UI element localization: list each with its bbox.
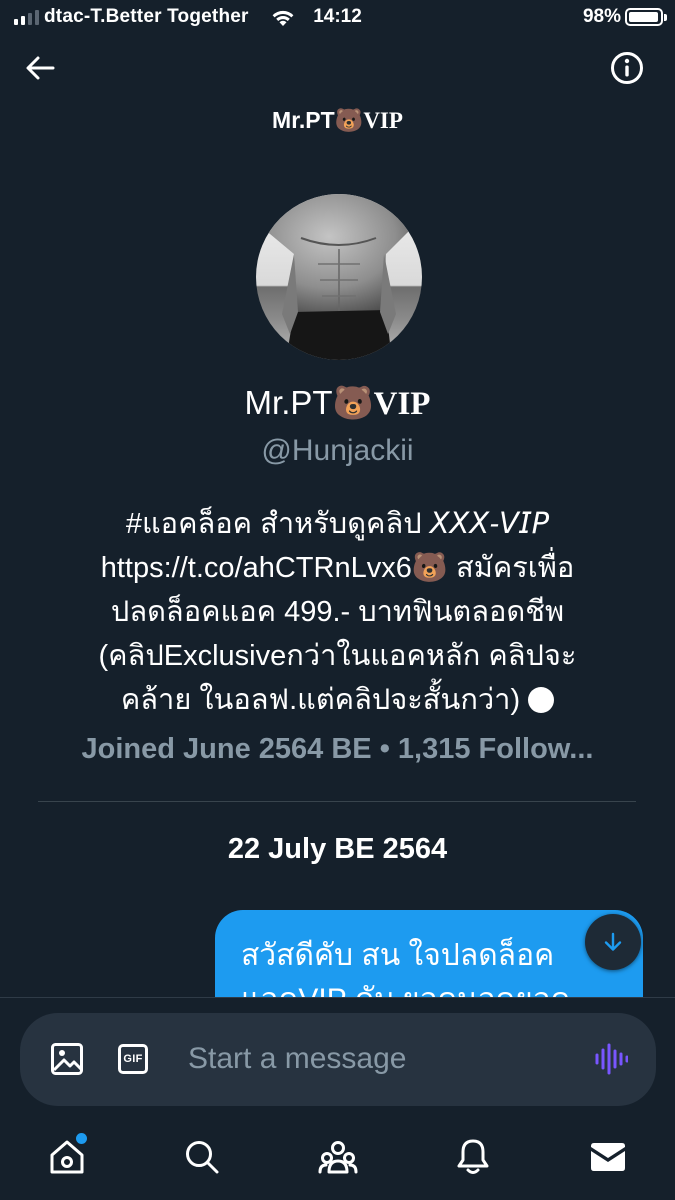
bear-emoji: 🐻 (332, 384, 374, 421)
bio-line: คล้าย ในอลฟ.แต่คลิปจะสั้นกว่า) (30, 678, 645, 722)
tab-notifications[interactable] (453, 1137, 493, 1177)
profile-avatar[interactable] (256, 194, 422, 360)
profile-handle: @Hunjackii (261, 434, 414, 467)
scroll-to-bottom-button[interactable] (585, 914, 641, 970)
conversation-info-button[interactable] (609, 50, 645, 86)
gif-button[interactable]: GIF (118, 1044, 148, 1074)
tab-search[interactable] (182, 1137, 222, 1177)
avatar-photo (256, 194, 422, 360)
image-icon (51, 1043, 83, 1075)
tab-home[interactable] (47, 1133, 87, 1177)
tab-communities[interactable] (318, 1137, 358, 1177)
bio-line: #แอคล็อค สำหรับดูคลิป 𝘟𝘟𝘟-𝘝𝘐𝘗 (125, 508, 550, 540)
profile-meta[interactable]: Joined June 2564 BE • 1,315 Follow... (0, 733, 675, 766)
battery-percentage: 98% (582, 6, 621, 27)
voice-message-button[interactable] (594, 1042, 629, 1076)
divider (38, 801, 636, 802)
search-icon (186, 1141, 219, 1174)
bio-line-link[interactable]: https://t.co/ahCTRnLvx6🐻 สมัครเพื่อ (30, 546, 645, 590)
profile-bio: #แอคล็อค สำหรับดูคลิป 𝘟𝘟𝘟-𝘝𝘐𝘗 https://t.… (30, 502, 645, 722)
message-input[interactable] (188, 1035, 578, 1083)
bio-emphasis: 𝘟𝘟𝘟-𝘝𝘐𝘗 (429, 508, 550, 540)
conversation-date: 22 July BE 2564 (227, 833, 448, 865)
profile-name-text: Mr.PT (244, 384, 333, 421)
notifications-icon (457, 1139, 489, 1174)
conversation-title-vip: VIP (363, 108, 403, 133)
bio-line: (คลิปExclusiveกว่าในแอคหลัก คลิปจะ (98, 640, 577, 672)
conversation-title: Mr.PT🐻VIP (0, 107, 675, 134)
status-time: 14:12 (313, 6, 362, 27)
profile-display-name: Mr.PT🐻VIP (0, 384, 675, 423)
conversation-title-name: Mr.PT (272, 107, 335, 133)
arrow-left-icon (26, 56, 55, 80)
profile-name-vip: VIP (373, 386, 431, 422)
bear-emoji: 🐻 (334, 107, 364, 133)
voice-wave-icon (595, 1043, 629, 1075)
bottom-tab-bar (0, 1111, 675, 1200)
back-button[interactable] (20, 50, 60, 86)
arrow-down-icon (604, 932, 622, 951)
communities-icon (318, 1141, 358, 1174)
white-circle-icon (528, 687, 555, 713)
status-bar: dtac-T.Better Together 14:12 98% (0, 0, 675, 36)
battery-level-fill (629, 12, 659, 22)
add-media-button[interactable] (50, 1042, 84, 1076)
bio-line: ปลดล็อคแอค 499.- บาทฟินตลอดชีพ (110, 596, 565, 628)
info-circle-icon (611, 52, 643, 84)
dm-conversation-screen: dtac-T.Better Together 14:12 98% Mr.PT🐻V… (0, 0, 675, 1200)
battery-icon (625, 8, 667, 26)
message-text-line: สวัสดีคับ สน ใจปลดล็อค (241, 939, 555, 972)
tab-messages[interactable] (588, 1137, 628, 1177)
message-composer: GIF (20, 1013, 656, 1106)
messages-icon (591, 1143, 625, 1171)
home-badge-dot (76, 1133, 87, 1144)
